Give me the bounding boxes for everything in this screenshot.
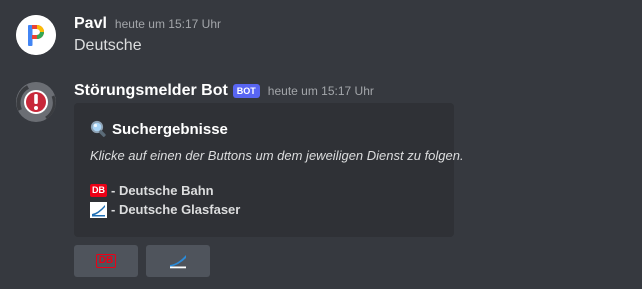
embed-description: Klicke auf einen der Buttons um dem jewe… xyxy=(90,148,464,163)
service-label: - Deutsche Bahn xyxy=(111,183,214,198)
service-item-deutsche-glasfaser: - Deutsche Glasfaser xyxy=(90,201,438,218)
glasfaser-logo-icon xyxy=(90,201,107,218)
chat-messages: Pavl heute um 15:17 Uhr Deutsche Störung… xyxy=(0,0,642,289)
embed: Suchergebnisse Klicke auf einen der Butt… xyxy=(74,103,464,237)
embed-title: Suchergebnisse xyxy=(90,120,438,138)
pavl-p-logo-icon xyxy=(16,15,56,55)
message-header: Störungsmelder Bot BOT heute um 15:17 Uh… xyxy=(74,82,374,100)
username[interactable]: Störungsmelder Bot xyxy=(74,82,228,100)
db-logo-icon: DB xyxy=(90,184,107,197)
timestamp: heute um 15:17 Uhr xyxy=(267,84,374,98)
message-pavl: Pavl heute um 15:17 Uhr Deutsche xyxy=(0,0,642,70)
warning-exclamation-icon xyxy=(16,82,56,122)
follow-deutsche-bahn-button[interactable]: DB xyxy=(74,245,138,277)
service-list: DB - Deutsche Bahn - Deutsche Glasfaser xyxy=(90,182,438,218)
magnifying-glass-icon xyxy=(90,120,108,138)
glasfaser-logo-icon xyxy=(169,253,187,269)
embed-title-text: Suchergebnisse xyxy=(112,120,228,138)
service-item-deutsche-bahn: DB - Deutsche Bahn xyxy=(90,182,438,199)
message-content: Deutsche xyxy=(74,37,142,54)
follow-deutsche-glasfaser-button[interactable] xyxy=(146,245,210,277)
username[interactable]: Pavl xyxy=(74,15,107,33)
avatar-pavl[interactable] xyxy=(16,15,56,55)
bot-tag: BOT xyxy=(232,84,260,98)
avatar-bot[interactable] xyxy=(16,82,56,122)
db-logo-icon: DB xyxy=(96,254,116,268)
message-header: Pavl heute um 15:17 Uhr xyxy=(74,15,221,33)
service-label: - Deutsche Glasfaser xyxy=(111,202,241,217)
timestamp: heute um 15:17 Uhr xyxy=(114,17,221,31)
